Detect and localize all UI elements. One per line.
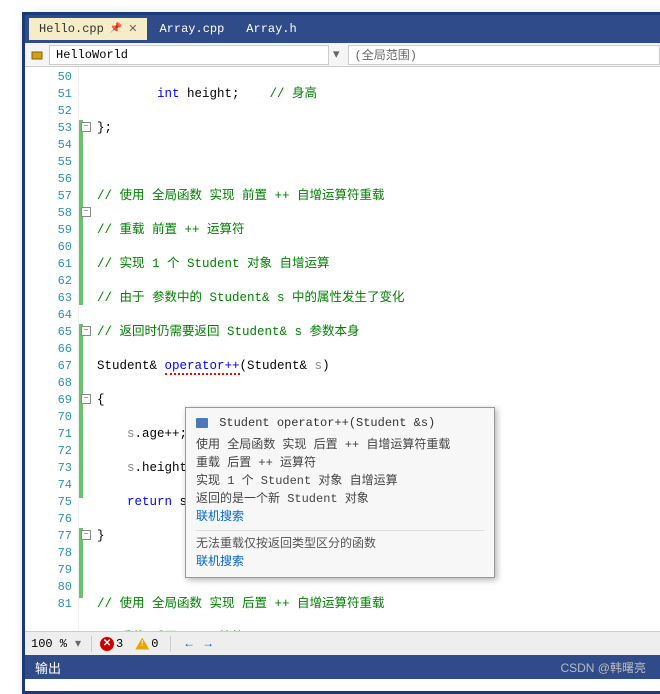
online-search-link[interactable]: 联机搜索: [196, 508, 484, 526]
tooltip-signature: Student operator++(Student &s): [196, 414, 484, 432]
online-search-link[interactable]: 联机搜索: [196, 553, 484, 571]
line-number: 73: [25, 460, 72, 477]
status-bar: 100 % ▾ ✕ 3 ! 0 ← →: [25, 631, 660, 655]
tab-label: Hello.cpp: [39, 22, 104, 36]
line-number: 56: [25, 171, 72, 188]
tab-array-h[interactable]: Array.h: [236, 18, 306, 40]
fold-toggle[interactable]: −: [81, 326, 91, 336]
scope-dropdown[interactable]: (全局范围): [348, 45, 660, 65]
tab-label: Array.h: [246, 22, 296, 36]
zoom-dropdown-icon[interactable]: ▾: [75, 636, 81, 651]
dropdown-arrow-icon[interactable]: ▾: [329, 47, 344, 62]
line-number: 52: [25, 103, 72, 120]
class-dropdown[interactable]: HelloWorld: [49, 45, 329, 65]
line-number: 78: [25, 545, 72, 562]
tooltip-error-text: 无法重载仅按返回类型区分的函数: [196, 535, 484, 553]
line-number: 69: [25, 392, 72, 409]
tooltip-doc-line: 实现 1 个 Student 对象 自增运算: [196, 472, 484, 490]
fold-toggle[interactable]: −: [81, 207, 91, 217]
line-number: 72: [25, 443, 72, 460]
line-number: 76: [25, 511, 72, 528]
scope-dropdown-text: (全局范围): [355, 46, 417, 63]
nav-back-icon[interactable]: ←: [185, 637, 192, 651]
line-number: 80: [25, 579, 72, 596]
line-number: 77: [25, 528, 72, 545]
tab-label: Array.cpp: [159, 22, 224, 36]
watermark: CSDN @韩曙亮: [560, 659, 646, 676]
class-icon: [29, 47, 45, 63]
tab-array-cpp[interactable]: Array.cpp: [149, 18, 234, 40]
close-icon[interactable]: ✕: [128, 22, 137, 36]
line-number: 59: [25, 222, 72, 239]
line-number: 58: [25, 205, 72, 222]
change-marker: [79, 324, 83, 498]
line-number: 66: [25, 341, 72, 358]
line-number: 68: [25, 375, 72, 392]
line-number: 70: [25, 409, 72, 426]
tab-hello-cpp[interactable]: Hello.cpp 📌 ✕: [29, 18, 147, 40]
tooltip-doc-line: 返回的是一个新 Student 对象: [196, 490, 484, 508]
line-number: 61: [25, 256, 72, 273]
tooltip-doc-line: 重载 后置 ++ 运算符: [196, 454, 484, 472]
class-dropdown-text: HelloWorld: [56, 48, 128, 62]
warning-count: 0: [151, 637, 158, 651]
line-number: 55: [25, 154, 72, 171]
line-number: 63: [25, 290, 72, 307]
fold-toggle[interactable]: −: [81, 394, 91, 404]
function-icon: [196, 418, 208, 428]
output-label: 输出: [35, 658, 61, 677]
warning-icon[interactable]: !: [135, 638, 149, 650]
line-number: 75: [25, 494, 72, 511]
line-number: 74: [25, 477, 72, 494]
fold-toggle[interactable]: −: [81, 122, 91, 132]
line-number: 50: [25, 69, 72, 86]
intellisense-tooltip: Student operator++(Student &s) 使用 全局函数 实…: [185, 407, 495, 578]
line-number: 57: [25, 188, 72, 205]
error-icon[interactable]: ✕: [100, 637, 114, 651]
fold-toggle[interactable]: −: [81, 530, 91, 540]
line-number: 54: [25, 137, 72, 154]
line-number: 51: [25, 86, 72, 103]
line-number: 53: [25, 120, 72, 137]
line-number: 62: [25, 273, 72, 290]
error-count: 3: [116, 637, 123, 651]
separator: [196, 530, 484, 531]
line-number-gutter: 5051525354555657585960616263646566676869…: [25, 67, 79, 631]
line-number: 71: [25, 426, 72, 443]
navigation-bar: HelloWorld ▾ (全局范围) ▾: [25, 43, 660, 67]
tab-bar: Hello.cpp 📌 ✕ Array.cpp Array.h: [25, 15, 660, 43]
line-number: 81: [25, 596, 72, 613]
fold-margin: − − − − −: [79, 67, 93, 631]
line-number: 67: [25, 358, 72, 375]
pin-icon[interactable]: 📌: [110, 23, 122, 35]
line-number: 65: [25, 324, 72, 341]
line-number: 64: [25, 307, 72, 324]
line-number: 60: [25, 239, 72, 256]
tooltip-doc-line: 使用 全局函数 实现 后置 ++ 自增运算符重载: [196, 436, 484, 454]
line-number: 79: [25, 562, 72, 579]
nav-forward-icon[interactable]: →: [205, 637, 212, 651]
zoom-level[interactable]: 100 %: [31, 637, 67, 651]
